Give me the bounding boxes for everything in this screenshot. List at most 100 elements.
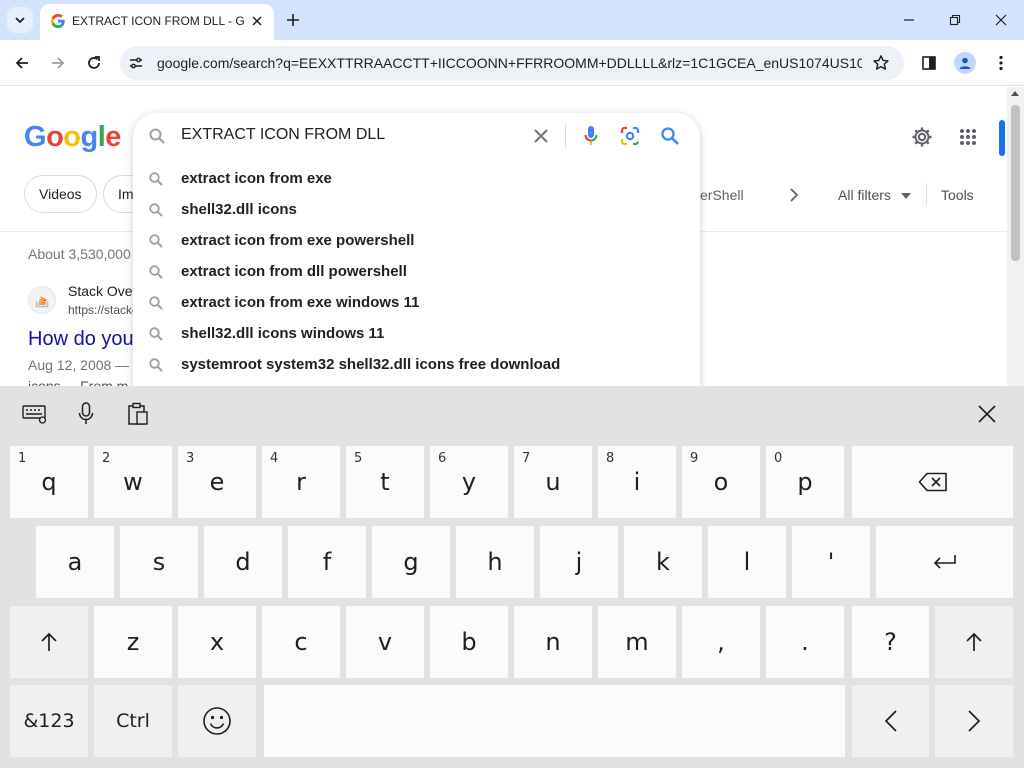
key-g[interactable]: g (372, 526, 450, 598)
key-a[interactable]: a (36, 526, 114, 598)
key-right-arrow[interactable] (935, 685, 1013, 757)
suggestion-item[interactable]: extract icon from exe powershell (133, 225, 700, 256)
key-y[interactable]: 6y (430, 446, 508, 518)
screen: EXTRACT ICON FROM DLL - Google Search (0, 0, 1024, 768)
result-date: Aug 12, 2008 — O (28, 357, 144, 373)
google-lens-button[interactable] (619, 125, 641, 147)
key-r[interactable]: 4r (262, 446, 340, 518)
voice-typing-button[interactable] (76, 402, 96, 426)
suggestion-item[interactable]: shell32.dll icons (133, 194, 700, 225)
search-icon (149, 265, 163, 279)
address-bar[interactable]: google.com/search?q=EEXXTTRRAACCTT+IICCO… (120, 46, 904, 80)
key-apostrophe[interactable]: ' (792, 526, 870, 598)
apps-button[interactable] (956, 125, 980, 149)
restore-button[interactable] (932, 0, 978, 40)
close-window-button[interactable] (978, 0, 1024, 40)
key-shift-right[interactable] (935, 606, 1013, 678)
key-l[interactable]: l (708, 526, 786, 598)
search-input[interactable]: EXTRACT ICON FROM DLL (181, 126, 521, 144)
key-n[interactable]: n (514, 606, 592, 678)
clipboard-button[interactable] (126, 402, 150, 426)
key-number: 9 (690, 451, 699, 466)
key-e[interactable]: 3e (178, 446, 256, 518)
search-icon (149, 296, 163, 310)
key-w[interactable]: 2w (94, 446, 172, 518)
key-o[interactable]: 9o (682, 446, 760, 518)
key-backspace[interactable] (852, 446, 1013, 518)
url-text[interactable]: google.com/search?q=EEXXTTRRAACCTT+IICCO… (157, 55, 862, 71)
key-left-arrow[interactable] (852, 685, 929, 757)
key-t[interactable]: 5t (346, 446, 424, 518)
key-emoji[interactable] (178, 685, 256, 757)
settings-button[interactable] (910, 125, 934, 149)
key-s[interactable]: s (120, 526, 198, 598)
key-b[interactable]: b (430, 606, 508, 678)
tab-search-button[interactable] (7, 7, 33, 33)
key-u[interactable]: 7u (514, 446, 592, 518)
chip-powershell[interactable]: erShell (700, 187, 744, 203)
dropdown-arrow-icon (900, 193, 911, 200)
suggestion-item[interactable]: extract icon from exe windows 11 (133, 287, 700, 318)
back-button[interactable] (8, 49, 36, 77)
profile-button[interactable] (954, 52, 976, 74)
key-period[interactable]: . (766, 606, 844, 678)
bookmark-star-icon[interactable] (872, 54, 890, 72)
key-p[interactable]: 0p (766, 446, 844, 518)
scroll-thumb[interactable] (1011, 105, 1020, 261)
scroll-up-arrow[interactable] (1011, 91, 1019, 96)
new-tab-button[interactable] (282, 9, 304, 31)
key-space[interactable] (264, 685, 845, 757)
key-i[interactable]: 8i (598, 446, 676, 518)
search-submit-button[interactable] (659, 125, 681, 147)
side-panel-button[interactable] (918, 52, 940, 74)
key-k[interactable]: k (624, 526, 702, 598)
voice-search-button[interactable] (581, 124, 601, 148)
key-x[interactable]: x (178, 606, 256, 678)
key-enter[interactable] (876, 526, 1013, 598)
key-q[interactable]: 1q (10, 446, 88, 518)
active-tab[interactable]: EXTRACT ICON FROM DLL - Google Search (40, 4, 274, 40)
suggestion-text: systemroot system32 shell32.dll icons fr… (181, 356, 561, 373)
key-m[interactable]: m (598, 606, 676, 678)
key-c[interactable]: c (262, 606, 340, 678)
forward-button[interactable] (44, 49, 72, 77)
keyboard-layout-button[interactable] (22, 402, 48, 426)
key-number: 6 (438, 451, 447, 466)
tools-button[interactable]: Tools (941, 187, 974, 203)
search-box[interactable]: EXTRACT ICON FROM DLL (133, 113, 700, 159)
tab-close-button[interactable] (248, 12, 266, 30)
site-info-icon[interactable] (128, 55, 144, 71)
logo-letter: l (97, 121, 106, 153)
menu-button[interactable] (990, 52, 1012, 74)
suggestion-item[interactable]: extract icon from exe (133, 163, 700, 194)
key-ctrl[interactable]: Ctrl (94, 685, 172, 757)
key-comma[interactable]: , (682, 606, 760, 678)
google-doodle-logo[interactable]: Google (24, 121, 121, 154)
logo-letter: o (46, 121, 64, 153)
suggestion-item[interactable]: extract icon from dll powershell (133, 256, 700, 287)
minimize-button[interactable] (886, 0, 932, 40)
search-icon (149, 172, 163, 186)
page-scrollbar[interactable] (1007, 87, 1024, 387)
key-j[interactable]: j (540, 526, 618, 598)
reload-button[interactable] (80, 49, 108, 77)
chip-videos[interactable]: Videos (24, 175, 97, 213)
clear-search-button[interactable] (531, 126, 551, 146)
key-shift-left[interactable] (10, 606, 88, 678)
key-label: Ctrl (116, 709, 150, 732)
all-filters-button[interactable]: All filters (838, 187, 911, 203)
key-z[interactable]: z (94, 606, 172, 678)
chips-scroll-right[interactable] (784, 185, 804, 205)
logo-letter: e (105, 121, 121, 153)
close-keyboard-button[interactable] (976, 402, 998, 426)
avatar (954, 52, 976, 74)
suggestion-item[interactable]: systemroot system32 shell32.dll icons fr… (133, 349, 700, 380)
key-symbols[interactable]: &123 (10, 685, 88, 757)
suggestion-item[interactable]: shell32.dll icons windows 11 (133, 318, 700, 349)
key-f[interactable]: f (288, 526, 366, 598)
key-d[interactable]: d (204, 526, 282, 598)
logo-letter: G (24, 121, 47, 153)
key-question[interactable]: ? (852, 606, 929, 678)
key-v[interactable]: v (346, 606, 424, 678)
key-h[interactable]: h (456, 526, 534, 598)
